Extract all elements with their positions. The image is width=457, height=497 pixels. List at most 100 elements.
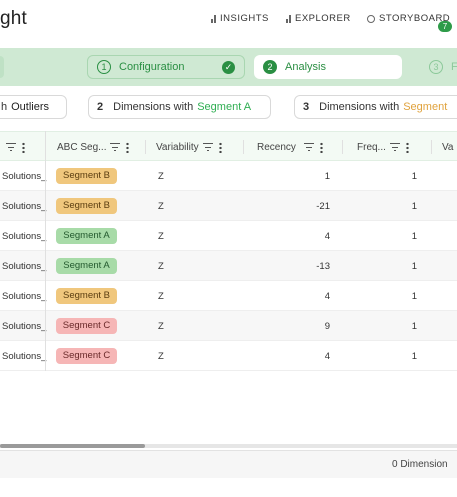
segment-badge: Segment B [56, 168, 117, 184]
column-header-frequency[interactable]: Freq... [357, 132, 409, 162]
table-row[interactable]: Solutions_ Segment C Z 9 1 [0, 311, 457, 341]
variability-value: Z [158, 230, 164, 242]
nav-storyboard[interactable]: STORYBOARD [367, 13, 450, 24]
row-name: Solutions_ [2, 170, 47, 182]
column-divider [243, 140, 244, 154]
table-row[interactable]: Solutions_ Segment A Z 4 1 [0, 221, 457, 251]
cell-recency: -13 [290, 251, 330, 281]
table-row[interactable]: Solutions_ Segment C Z 4 1 [0, 341, 457, 371]
column-header-variability[interactable]: Variability [156, 132, 222, 162]
row-name: Solutions_ [2, 320, 47, 332]
row-name: Solutions_ [2, 200, 47, 212]
recency-value: 1 [324, 170, 330, 182]
column-menu-icon[interactable] [319, 141, 323, 153]
app-logo[interactable]: ght [0, 8, 27, 30]
cell-frequency: 1 [390, 251, 417, 281]
filter-icon[interactable] [304, 143, 314, 151]
row-name: Solutions_ [2, 230, 47, 242]
filter-icon[interactable] [390, 143, 400, 151]
column-header-recency[interactable]: Recency [257, 132, 323, 162]
column-label: ABC Seg... [57, 141, 107, 153]
chip-outliers[interactable]: h Outliers [0, 95, 67, 119]
step-label: F [451, 61, 457, 73]
scrollbar-thumb[interactable] [0, 444, 145, 448]
top-bar: ght INSIGHTS EXPLORER STORYBOARD 7 [0, 0, 457, 42]
check-icon: ✓ [222, 61, 235, 74]
filter-icon[interactable] [6, 143, 16, 151]
column-menu-icon[interactable] [22, 141, 25, 153]
table-row[interactable]: Solutions_ Segment B Z 4 1 [0, 281, 457, 311]
cell-variability: Z [158, 341, 164, 371]
column-divider [145, 140, 146, 154]
stepper: 1 Configuration ✓ 2 Analysis 3 F [0, 48, 457, 86]
frequency-value: 1 [411, 350, 417, 362]
recency-value: 4 [324, 350, 330, 362]
column-label: Recency [257, 141, 296, 153]
segment-badge: Segment A [56, 258, 117, 274]
cell-recency: 1 [290, 161, 330, 191]
data-table: ABC Seg... Variability Recency Freq... V… [0, 131, 457, 371]
chip-dimensions-segment-a[interactable]: 2 Dimensions with Segment A [88, 95, 271, 119]
step-label: Configuration [119, 61, 185, 73]
chip-highlight: Segment A [197, 101, 252, 113]
step-number: 3 [429, 60, 443, 74]
table-header: ABC Seg... Variability Recency Freq... V… [0, 131, 457, 161]
table-body: Solutions_ Segment B Z 1 1 Solutions_ Segment … [0, 161, 457, 371]
column-divider [342, 140, 343, 154]
variability-value: Z [158, 320, 164, 332]
row-name: Solutions_ [2, 290, 47, 302]
column-menu-icon[interactable] [405, 141, 409, 153]
cell-recency: 4 [290, 341, 330, 371]
filter-icon[interactable] [203, 143, 213, 151]
table-row[interactable]: Solutions_ Segment B Z -21 1 [0, 191, 457, 221]
nav-insights[interactable]: INSIGHTS [211, 13, 269, 24]
name-column-header [2, 132, 25, 162]
step-configuration[interactable]: 1 Configuration ✓ [87, 55, 245, 79]
filter-icon[interactable] [110, 143, 120, 151]
segment-badge: Segment A [56, 228, 117, 244]
storyboard-count-badge: 7 [438, 21, 452, 32]
column-label: Variability [156, 141, 199, 153]
cell-abc-segment: Segment C [56, 341, 117, 371]
recency-value: -21 [316, 200, 330, 212]
segment-badge: Segment C [56, 318, 117, 334]
cell-abc-segment: Segment A [56, 221, 117, 251]
cell-abc-segment: Segment A [56, 251, 117, 281]
column-header-va[interactable]: Va [442, 132, 454, 162]
horizontal-scrollbar[interactable] [0, 444, 457, 448]
cell-frequency: 1 [390, 341, 417, 371]
cell-frequency: 1 [390, 191, 417, 221]
cell-variability: Z [158, 191, 164, 221]
variability-value: Z [158, 350, 164, 362]
nav-explorer[interactable]: EXPLORER [286, 13, 351, 24]
chip-dimensions-segment[interactable]: 3 Dimensions with Segment [294, 95, 457, 119]
column-menu-icon[interactable] [126, 141, 130, 153]
cell-recency: 4 [290, 221, 330, 251]
frequency-value: 1 [411, 170, 417, 182]
cell-frequency: 1 [390, 311, 417, 341]
column-menu-icon[interactable] [218, 141, 222, 153]
variability-value: Z [158, 200, 164, 212]
bar-chart-icon [211, 14, 216, 23]
frequency-value: 1 [411, 260, 417, 272]
recency-value: 4 [324, 290, 330, 302]
table-row[interactable]: Solutions_ Segment A Z -13 1 [0, 251, 457, 281]
cell-name: Solutions_ [2, 221, 46, 251]
column-header-abc[interactable]: ABC Seg... [57, 132, 130, 162]
recency-value: 9 [324, 320, 330, 332]
frequency-value: 1 [411, 230, 417, 242]
cell-variability: Z [158, 251, 164, 281]
step-next[interactable]: 3 F [425, 55, 457, 79]
cell-abc-segment: Segment B [56, 281, 117, 311]
recency-value: 4 [324, 230, 330, 242]
chip-count: 3 [303, 101, 310, 113]
cell-recency: -21 [290, 191, 330, 221]
step-previous-stub [0, 56, 4, 78]
step-analysis[interactable]: 2 Analysis [254, 55, 402, 79]
column-label: Freq... [357, 141, 386, 153]
table-footer: 0 Dimension [0, 450, 457, 478]
segment-badge: Segment B [56, 198, 117, 214]
cell-frequency: 1 [390, 281, 417, 311]
table-row[interactable]: Solutions_ Segment B Z 1 1 [0, 161, 457, 191]
footer-dimension-count: 0 Dimension [392, 459, 448, 470]
